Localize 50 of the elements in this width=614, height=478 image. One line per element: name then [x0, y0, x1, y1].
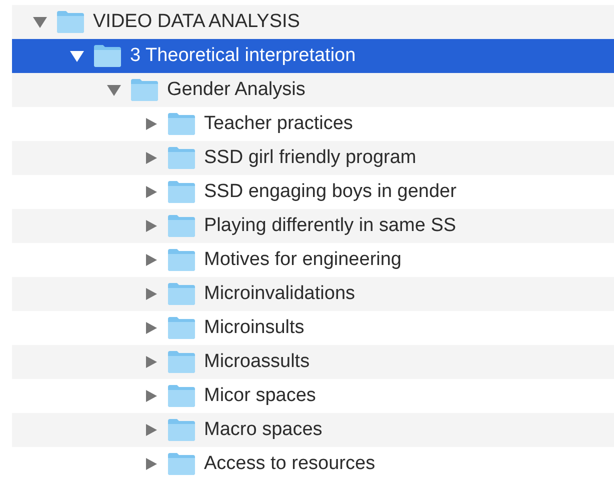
collapsed-triangle-icon[interactable] [143, 253, 159, 267]
folder-row[interactable]: Gender Analysis [12, 73, 614, 107]
folder-name: Playing differently in same SS [204, 214, 456, 238]
collapsed-triangle-icon[interactable] [143, 117, 159, 131]
folder-icon [167, 282, 196, 306]
collapsed-triangle-icon[interactable] [143, 185, 159, 199]
expanded-triangle-icon[interactable] [106, 83, 122, 97]
folder-icon [167, 180, 196, 204]
expanded-triangle-icon[interactable] [32, 15, 48, 29]
folder-name: 3 Theoretical interpretation [130, 44, 356, 68]
folder-icon [167, 112, 196, 136]
folder-name: Microinsults [204, 316, 304, 340]
folder-name: Motives for engineering [204, 248, 402, 272]
folder-name: Gender Analysis [167, 78, 306, 102]
folder-name: SSD girl friendly program [204, 146, 416, 170]
folder-icon [167, 316, 196, 340]
folder-icon [167, 214, 196, 238]
folder-icon [167, 452, 196, 476]
collapsed-triangle-icon[interactable] [143, 389, 159, 403]
folder-icon [130, 78, 159, 102]
folder-row[interactable]: Macro spaces [12, 413, 614, 447]
collapsed-triangle-icon[interactable] [143, 457, 159, 471]
folder-icon [56, 10, 85, 34]
collapsed-triangle-icon[interactable] [143, 423, 159, 437]
collapsed-triangle-icon[interactable] [143, 151, 159, 165]
collapsed-triangle-icon[interactable] [143, 287, 159, 301]
folder-name: SSD engaging boys in gender [204, 180, 456, 204]
folder-icon [167, 248, 196, 272]
folder-icon [93, 44, 122, 68]
folder-name: Teacher practices [204, 112, 353, 136]
folder-name: Macro spaces [204, 418, 322, 442]
folder-row[interactable]: Playing differently in same SS [12, 209, 614, 243]
folder-row[interactable]: VIDEO DATA ANALYSIS [12, 5, 614, 39]
collapsed-triangle-icon[interactable] [143, 355, 159, 369]
folder-icon [167, 350, 196, 374]
folder-name: Microinvalidations [204, 282, 356, 306]
folder-icon [167, 418, 196, 442]
expanded-triangle-icon[interactable] [69, 49, 85, 63]
folder-row[interactable]: SSD girl friendly program [12, 141, 614, 175]
folder-icon [167, 146, 196, 170]
folder-name: Micor spaces [204, 384, 316, 408]
collapsed-triangle-icon[interactable] [143, 219, 159, 233]
folder-row[interactable]: Microassults [12, 345, 614, 379]
folder-name: Access to resources [204, 452, 376, 476]
folder-name: VIDEO DATA ANALYSIS [93, 10, 300, 34]
folder-icon [167, 384, 196, 408]
collapsed-triangle-icon[interactable] [143, 321, 159, 335]
folder-name: Microassults [204, 350, 310, 374]
folder-row[interactable]: Microinvalidations [12, 277, 614, 311]
folder-row[interactable]: 3 Theoretical interpretation [12, 39, 614, 73]
